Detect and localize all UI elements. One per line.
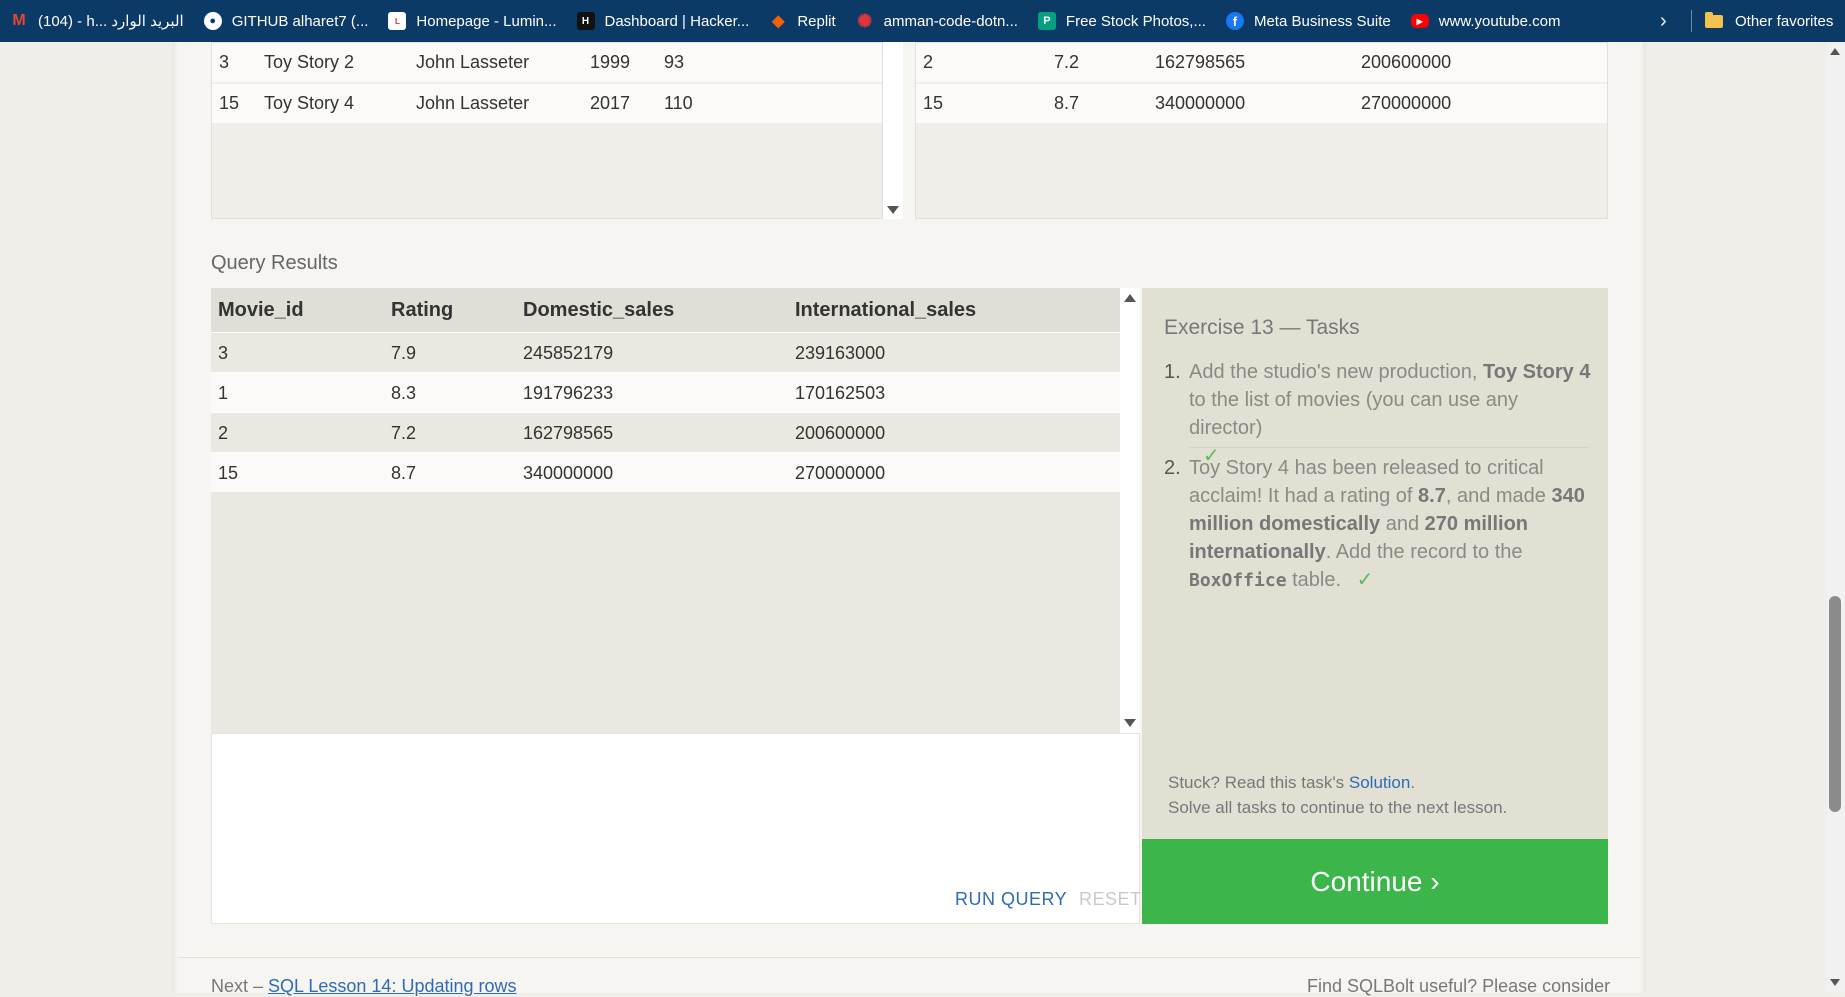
movies-table-scrollbar[interactable]: [883, 42, 903, 219]
table-row: 2 7.2 162798565 200600000: [211, 412, 1120, 452]
tasks-title: Exercise 13 — Tasks: [1164, 316, 1360, 339]
github-icon: ●: [203, 12, 222, 30]
scroll-down-arrow-icon[interactable]: [887, 206, 899, 214]
bookmark-youtube[interactable]: ▶ www.youtube.com: [1410, 13, 1560, 30]
chevron-right-icon[interactable]: ›: [1660, 0, 1667, 42]
table-row: 1 8.3 191796233 170162503: [211, 372, 1120, 412]
bookmark-pexels[interactable]: P Free Stock Photos,...: [1037, 12, 1206, 30]
youtube-icon: ▶: [1410, 14, 1429, 28]
table-row: 3 Toy Story 2 John Lasseter 1999 93: [212, 43, 882, 82]
bookmarks-divider: [1691, 10, 1692, 32]
folder-icon: [1705, 11, 1723, 28]
scroll-up-arrow-icon[interactable]: [1830, 48, 1840, 55]
luminus-icon: L: [388, 12, 407, 30]
bookmark-meta-business[interactable]: f Meta Business Suite: [1225, 12, 1391, 30]
column-header: Rating: [391, 299, 454, 321]
task-number: 2.: [1164, 457, 1181, 479]
facebook-icon: f: [1225, 12, 1244, 30]
tasks-panel: Exercise 13 — Tasks 1. Add the studio's …: [1142, 288, 1608, 839]
query-results-title: Query Results: [211, 252, 338, 274]
gmail-icon: M: [12, 12, 26, 29]
table-row: 15 8.7 340000000 270000000: [916, 84, 1607, 123]
run-query-button[interactable]: RUN QUERY: [955, 889, 1067, 910]
bookmark-replit[interactable]: ◆ Replit: [769, 12, 836, 31]
solution-link[interactable]: Solution: [1349, 773, 1410, 792]
scroll-down-arrow-icon[interactable]: [1830, 979, 1840, 986]
scroll-up-arrow-icon[interactable]: [1124, 294, 1136, 302]
replit-icon: ◆: [772, 13, 785, 30]
window-scrollbar-thumb[interactable]: [1829, 596, 1841, 812]
column-header: International_sales: [795, 299, 977, 321]
bookmarks-bar: M (104) - h... البريد الوارد ● GITHUB alha…: [0, 0, 1845, 42]
boxoffice-table: 2 7.2 162798565 200600000 15 8.7 3400000…: [915, 42, 1608, 219]
bookmark-hackerrank[interactable]: H Dashboard | Hacker...: [576, 12, 749, 30]
code-icon: ✺: [857, 10, 873, 31]
query-results-table: Movie_id Rating Domestic_sales Internati…: [211, 288, 1120, 733]
table-row: 15 8.7 340000000 270000000: [211, 452, 1120, 492]
column-header: Movie_id: [218, 299, 304, 321]
hackerrank-icon: H: [576, 12, 595, 30]
task-number: 1.: [1164, 361, 1181, 383]
checkmark-icon: ✓: [1356, 569, 1374, 591]
scroll-down-arrow-icon[interactable]: [1124, 719, 1136, 727]
table-row: 3 7.9 245852179 239163000: [211, 332, 1120, 372]
column-header: Domestic_sales: [523, 299, 675, 321]
other-favorites[interactable]: Other favorites: [1705, 0, 1833, 42]
bookmark-luminus[interactable]: L Homepage - Lumin...: [388, 12, 557, 30]
task-2: 2. Toy Story 4 has been released to crit…: [1164, 454, 1594, 595]
page-shadow-right: [1640, 42, 1646, 993]
bookmark-gmail[interactable]: M (104) - h... البريد الوارد: [10, 12, 183, 30]
stuck-help-text: Stuck? Read this task's Solution. Solve …: [1168, 773, 1508, 817]
query-results-scrollbar[interactable]: [1120, 288, 1140, 733]
pexels-icon: P: [1037, 12, 1056, 30]
bookmark-amman-code[interactable]: ✺ amman-code-dotn...: [856, 10, 1018, 31]
support-text: Find SQLBolt useful? Please consider: [1307, 976, 1611, 996]
next-lesson-link[interactable]: SQL Lesson 14: Updating rows: [268, 976, 516, 996]
reset-button[interactable]: RESET: [1079, 889, 1142, 910]
table-header: Movie_id Rating Domestic_sales Internati…: [211, 288, 1120, 332]
table-row: 2 7.2 162798565 200600000: [916, 43, 1607, 82]
next-lesson: Next – SQL Lesson 14: Updating rows: [211, 976, 517, 996]
task-divider: [1189, 447, 1589, 448]
movies-table: 3 Toy Story 2 John Lasseter 1999 93 15 T…: [211, 42, 883, 219]
table-row: 15 Toy Story 4 John Lasseter 2017 110: [212, 84, 882, 123]
continue-button[interactable]: Continue ›: [1142, 839, 1608, 924]
bookmark-github[interactable]: ● GITHUB alharet7 (...: [203, 12, 368, 30]
footer-divider: [178, 957, 1640, 958]
window-scrollbar[interactable]: [1827, 42, 1845, 993]
